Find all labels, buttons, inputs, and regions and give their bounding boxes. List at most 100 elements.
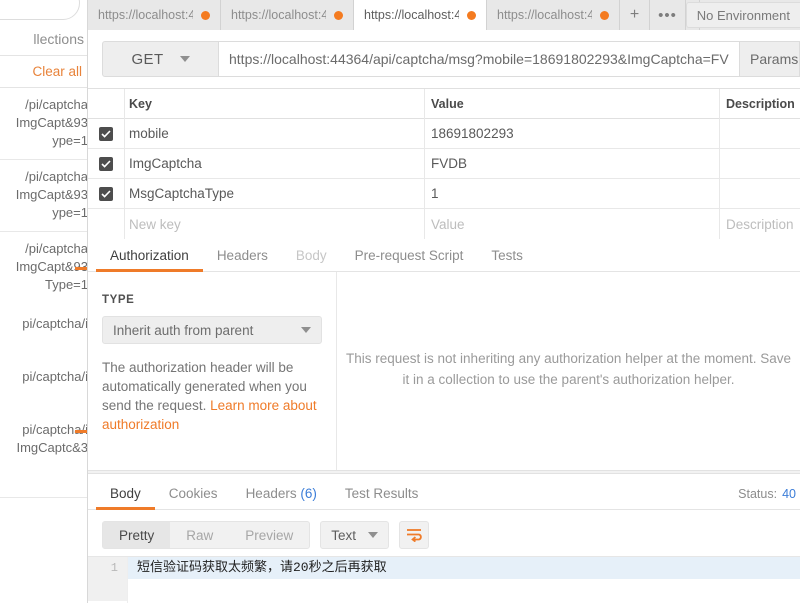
environment-selector[interactable]: No Environment [685, 2, 800, 28]
tab-tests[interactable]: Tests [477, 248, 537, 271]
row-key-input[interactable]: MsgCaptchaType [124, 178, 424, 209]
list-item[interactable]: pi/captcha/i [0, 303, 88, 342]
row-value-input[interactable]: 18691802293 [424, 118, 719, 149]
row-description-input[interactable] [719, 148, 800, 179]
params-new-row[interactable]: New key Value Description [88, 209, 800, 239]
row-enable-checkbox-cell [88, 156, 124, 171]
row-enable-checkbox-cell [88, 186, 124, 201]
sidebar-search-input[interactable] [0, 0, 80, 20]
view-mode-raw[interactable]: Raw [170, 522, 229, 548]
header-value: Value [424, 88, 719, 119]
new-description-input[interactable]: Description [719, 209, 800, 239]
status-value: 40 [782, 487, 796, 501]
header-key-label: Key [129, 96, 152, 111]
table-row[interactable]: ImgCaptcha FVDB [88, 148, 800, 179]
request-tab-label: https://localhost:44 [497, 8, 592, 22]
tab-response-body[interactable]: Body [96, 486, 155, 510]
request-tab-1[interactable]: https://localhost:44 [88, 0, 221, 30]
method-selector[interactable]: GET [102, 41, 219, 77]
request-url-row: GET https://localhost:44364/api/captcha/… [88, 30, 800, 88]
response-body-viewer[interactable]: 1 短信验证码获取太频繁，请20秒之后再获取 [88, 556, 800, 603]
authorization-right: This request is not inheriting any autho… [337, 272, 800, 470]
authorization-pane: TYPE Inherit auth from parent The author… [88, 272, 800, 470]
list-item[interactable]: pi/captcha/i [0, 342, 87, 395]
list-item[interactable]: pi/captcha/ 93&ImgCapt ype=1 [0, 159, 88, 231]
params-button[interactable]: Params [740, 41, 800, 77]
chevron-down-icon [179, 56, 190, 62]
word-wrap-toggle[interactable] [399, 521, 430, 549]
sidebar-tab-collections-label: llections [33, 30, 84, 47]
request-tab-4[interactable]: https://localhost:44 [487, 0, 620, 30]
line-number-gutter: 1 [88, 557, 128, 603]
url-input[interactable]: https://localhost:44364/api/captcha/msg?… [219, 41, 740, 77]
status-badge: Status: 40 [738, 487, 800, 509]
row-key-input[interactable]: ImgCaptcha [124, 148, 424, 179]
response-format-select[interactable]: Text [320, 521, 390, 549]
header-description: Description [719, 88, 800, 119]
new-key-placeholder: New key [129, 216, 181, 232]
row-value-value: 18691802293 [431, 126, 514, 141]
request-tab-2[interactable]: https://localhost:44 [221, 0, 354, 30]
tab-response-headers[interactable]: Headers (6) [232, 486, 331, 509]
tab-body[interactable]: Body [282, 248, 341, 271]
list-item[interactable]: pi/captcha/ 93&ImgCapt Type=1 [0, 231, 88, 303]
row-value-input[interactable]: FVDB [424, 148, 719, 179]
auth-type-select[interactable]: Inherit auth from parent [102, 316, 322, 344]
params-table: Key Value Description mobile 18691802293… [88, 88, 800, 239]
list-item[interactable]: pi/captcha/i 3&ImgCaptc [0, 395, 88, 466]
authorization-left: TYPE Inherit auth from parent The author… [88, 272, 337, 470]
new-tab-button[interactable]: + [620, 0, 650, 30]
history-line: pi/captcha/i [22, 316, 88, 331]
table-row[interactable]: MsgCaptchaType 1 [88, 178, 800, 209]
auth-type-select-value: Inherit auth from parent [113, 322, 254, 338]
tab-authorization[interactable]: Authorization [96, 248, 203, 272]
row-enable-checkbox-cell [88, 126, 124, 141]
tab-response-cookies[interactable]: Cookies [155, 486, 232, 509]
history-line: pi/captcha/ [25, 241, 88, 256]
history-line: 3&ImgCaptc [16, 440, 88, 455]
tab-options-button[interactable]: ••• [650, 0, 686, 30]
new-key-input[interactable]: New key [124, 209, 424, 239]
unsaved-dot-icon [600, 10, 609, 20]
response-body-toolbar: Pretty Raw Preview Text [88, 514, 800, 556]
request-tab-3[interactable]: https://localhost:44 [354, 0, 487, 30]
view-mode-preview[interactable]: Preview [229, 522, 309, 548]
unsaved-dot-icon [467, 10, 476, 20]
tab-response-headers-count: (6) [300, 486, 317, 501]
row-enable-checkbox[interactable] [99, 126, 113, 141]
row-description-input[interactable] [719, 118, 800, 149]
view-mode-pretty[interactable]: Pretty [103, 522, 171, 548]
url-input-value: https://localhost:44364/api/captcha/msg?… [229, 51, 729, 67]
row-key-value: mobile [129, 126, 169, 141]
history-line: pi/captcha/ [25, 169, 88, 184]
sidebar-tab-collections[interactable]: llections [0, 22, 87, 56]
row-key-value: ImgCaptcha [129, 156, 202, 171]
list-item[interactable]: pi/captcha/ 93&ImgCapt ype=1 [0, 88, 88, 159]
row-enable-checkbox[interactable] [99, 156, 113, 171]
new-description-placeholder: Description [726, 216, 794, 232]
row-enable-checkbox[interactable] [99, 186, 113, 201]
tab-test-results[interactable]: Test Results [331, 486, 433, 509]
auth-type-label: TYPE [102, 294, 135, 306]
table-row[interactable]: mobile 18691802293 [88, 118, 800, 149]
word-wrap-icon [406, 529, 422, 542]
header-key: Key [124, 88, 424, 119]
row-key-input[interactable]: mobile [124, 118, 424, 149]
history-line: pi/captcha/i [22, 422, 88, 437]
history-line: pi/captcha/ [25, 97, 88, 112]
postman-window: llections Clear all pi/captcha/ 93&ImgCa… [0, 0, 800, 603]
tab-pre-request-script[interactable]: Pre-request Script [341, 248, 478, 271]
history-line: 93&ImgCapt [15, 259, 88, 274]
sidebar-footer [0, 497, 87, 603]
new-value-input[interactable]: Value [424, 209, 719, 239]
params-button-label: Params [750, 51, 799, 67]
history-line: ype=1 [52, 133, 88, 148]
tab-headers[interactable]: Headers [203, 248, 282, 271]
view-mode-group: Pretty Raw Preview [102, 521, 311, 549]
row-description-input[interactable] [719, 178, 800, 209]
row-value-value: FVDB [431, 156, 468, 171]
method-selector-label: GET [131, 50, 164, 68]
clear-all-button[interactable]: Clear all [32, 64, 87, 79]
row-value-input[interactable]: 1 [424, 178, 719, 209]
history-line: 93&ImgCapt [15, 187, 88, 202]
